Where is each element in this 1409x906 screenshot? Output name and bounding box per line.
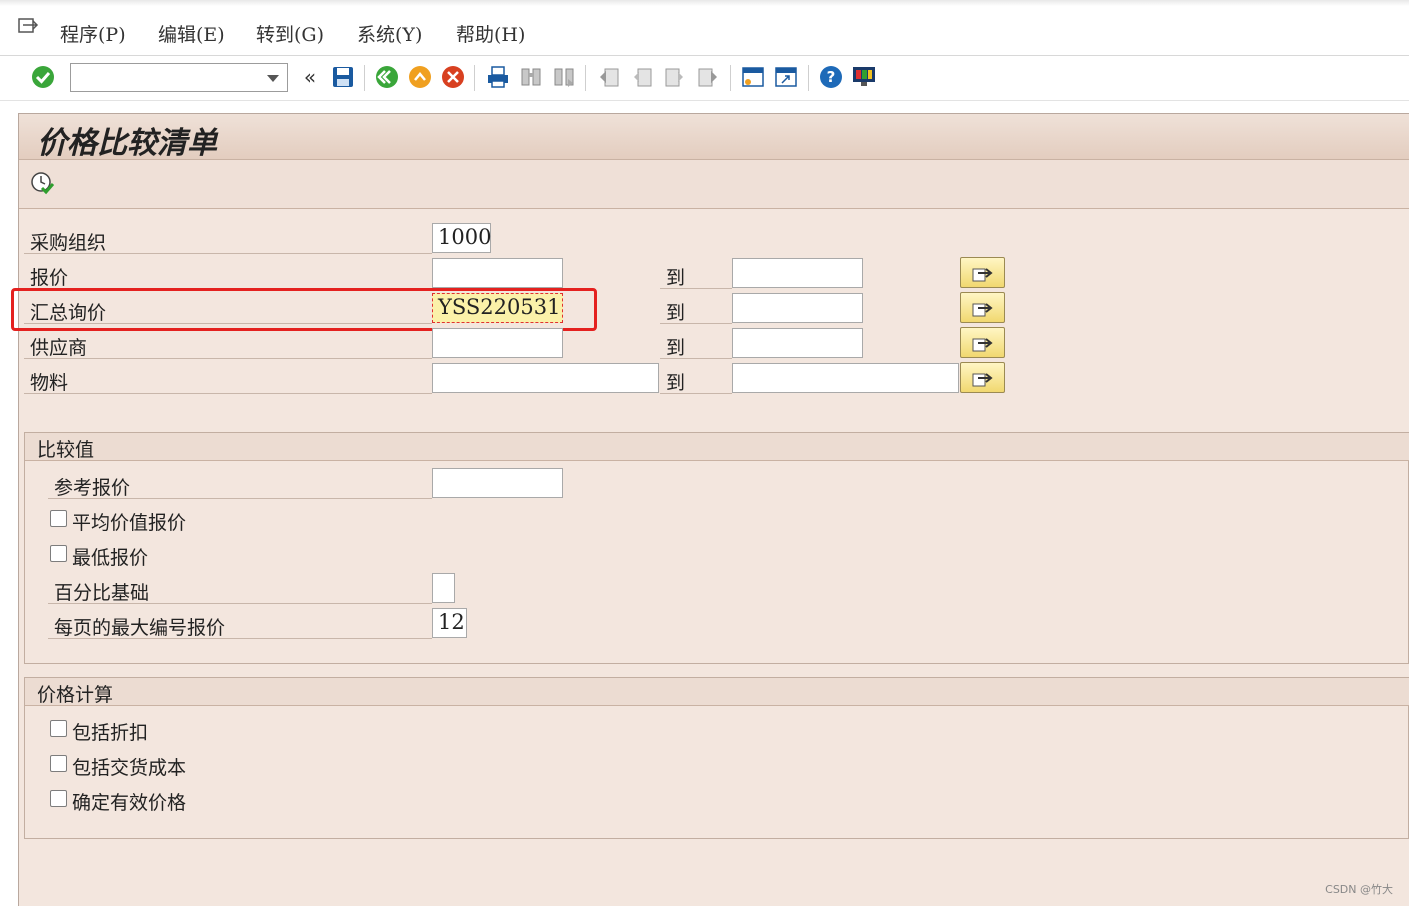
exit-icon[interactable]: [407, 64, 433, 90]
last-page-icon[interactable]: [695, 64, 721, 90]
menu-goto[interactable]: 转到(G): [256, 20, 324, 47]
toolbar-separator: [730, 65, 731, 91]
svg-text:?: ?: [827, 68, 836, 86]
percent-base-field[interactable]: [432, 573, 455, 603]
compare-values-header: [25, 433, 1409, 461]
row-underline: [660, 393, 732, 394]
purchasing-org-field[interactable]: 1000: [432, 223, 491, 253]
toolbar-separator: [474, 65, 475, 91]
row-underline: [660, 288, 732, 289]
find-icon[interactable]: [518, 64, 544, 90]
effective-price-checkbox[interactable]: [50, 790, 67, 807]
ref-quote-label: 参考报价: [54, 477, 131, 499]
row-underline: [660, 358, 732, 359]
collective-rfq-multiple-selection-button[interactable]: [960, 292, 1005, 323]
row-underline: [24, 358, 432, 359]
quotation-to-field[interactable]: [732, 258, 863, 288]
quotation-label: 报价: [30, 267, 69, 289]
command-field[interactable]: [70, 63, 288, 92]
max-quotes-label: 每页的最大编号报价: [54, 617, 226, 639]
cancel-icon[interactable]: [440, 64, 466, 90]
row-underline: [48, 498, 432, 499]
enter-check-icon[interactable]: [30, 64, 56, 90]
menu-icon[interactable]: [18, 18, 40, 36]
multiple-selection-icon: [972, 302, 993, 316]
collective-rfq-to-label: 到: [666, 302, 686, 324]
include-discount-label: 包括折扣: [72, 722, 149, 744]
create-session-icon[interactable]: [740, 64, 766, 90]
execute-clock-icon[interactable]: [30, 171, 55, 195]
shortcut-icon[interactable]: [773, 64, 799, 90]
vendor-to-label: 到: [666, 337, 686, 359]
material-to-label: 到: [666, 372, 686, 394]
avg-quote-checkbox[interactable]: [50, 510, 67, 527]
multiple-selection-icon: [972, 337, 993, 351]
previous-page-icon[interactable]: [629, 64, 655, 90]
quotation-from-field[interactable]: [432, 258, 563, 288]
customize-layout-icon[interactable]: [851, 64, 877, 90]
first-page-icon[interactable]: [596, 64, 622, 90]
page-title: 价格比较清单: [37, 126, 217, 161]
collective-rfq-to-field[interactable]: [732, 293, 863, 323]
compare-values-group: [24, 432, 1409, 664]
toolbar-separator: [808, 65, 809, 91]
effective-price-label: 确定有效价格: [72, 792, 187, 814]
highlight-annotation-box: [11, 288, 597, 331]
menu-system[interactable]: 系统(Y): [357, 20, 422, 47]
row-underline: [48, 638, 432, 639]
back-icon[interactable]: [374, 64, 400, 90]
percent-base-label: 百分比基础: [54, 582, 150, 604]
material-to-field[interactable]: [732, 363, 959, 393]
material-label: 物料: [30, 372, 69, 394]
toolbar-separator: [585, 65, 586, 91]
avg-quote-label: 平均价值报价: [72, 512, 187, 534]
toolbar-separator: [364, 65, 365, 91]
help-icon[interactable]: ?: [818, 64, 844, 90]
vendor-from-field[interactable]: [432, 328, 563, 358]
collapse-icon[interactable]: «: [297, 64, 323, 90]
vendor-to-field[interactable]: [732, 328, 863, 358]
next-page-icon[interactable]: [662, 64, 688, 90]
purchasing-org-label: 采购组织: [30, 232, 107, 254]
menu-program[interactable]: 程序(P): [60, 20, 126, 47]
row-underline: [24, 393, 432, 394]
quotation-to-label: 到: [666, 267, 686, 289]
title-bar: [19, 114, 1409, 160]
menu-help[interactable]: 帮助(H): [456, 20, 525, 47]
price-calc-header: [25, 678, 1409, 706]
include-delivery-label: 包括交货成本: [72, 757, 187, 779]
ref-quote-field[interactable]: [432, 468, 563, 498]
price-calc-title: 价格计算: [37, 684, 114, 706]
command-dropdown-icon[interactable]: [267, 75, 279, 82]
find-next-icon[interactable]: [551, 64, 577, 90]
material-multiple-selection-button[interactable]: [960, 362, 1005, 393]
row-underline: [660, 323, 732, 324]
min-quote-checkbox[interactable]: [50, 545, 67, 562]
quotation-multiple-selection-button[interactable]: [960, 257, 1005, 288]
print-icon[interactable]: [485, 64, 511, 90]
menu-edit[interactable]: 编辑(E): [158, 20, 225, 47]
row-underline: [48, 603, 432, 604]
row-underline: [24, 253, 432, 254]
command-input[interactable]: [74, 64, 258, 91]
min-quote-label: 最低报价: [72, 547, 149, 569]
max-quotes-field[interactable]: 12: [432, 608, 467, 638]
material-from-field[interactable]: [432, 363, 659, 393]
save-icon[interactable]: [330, 64, 356, 90]
multiple-selection-icon: [972, 267, 993, 281]
compare-values-title: 比较值: [37, 439, 95, 461]
include-discount-checkbox[interactable]: [50, 720, 67, 737]
watermark: CSDN @竹大: [1325, 883, 1393, 896]
vendor-multiple-selection-button[interactable]: [960, 327, 1005, 358]
include-delivery-checkbox[interactable]: [50, 755, 67, 772]
multiple-selection-icon: [972, 372, 993, 386]
application-toolbar: [19, 160, 1409, 209]
vendor-label: 供应商: [30, 337, 88, 359]
